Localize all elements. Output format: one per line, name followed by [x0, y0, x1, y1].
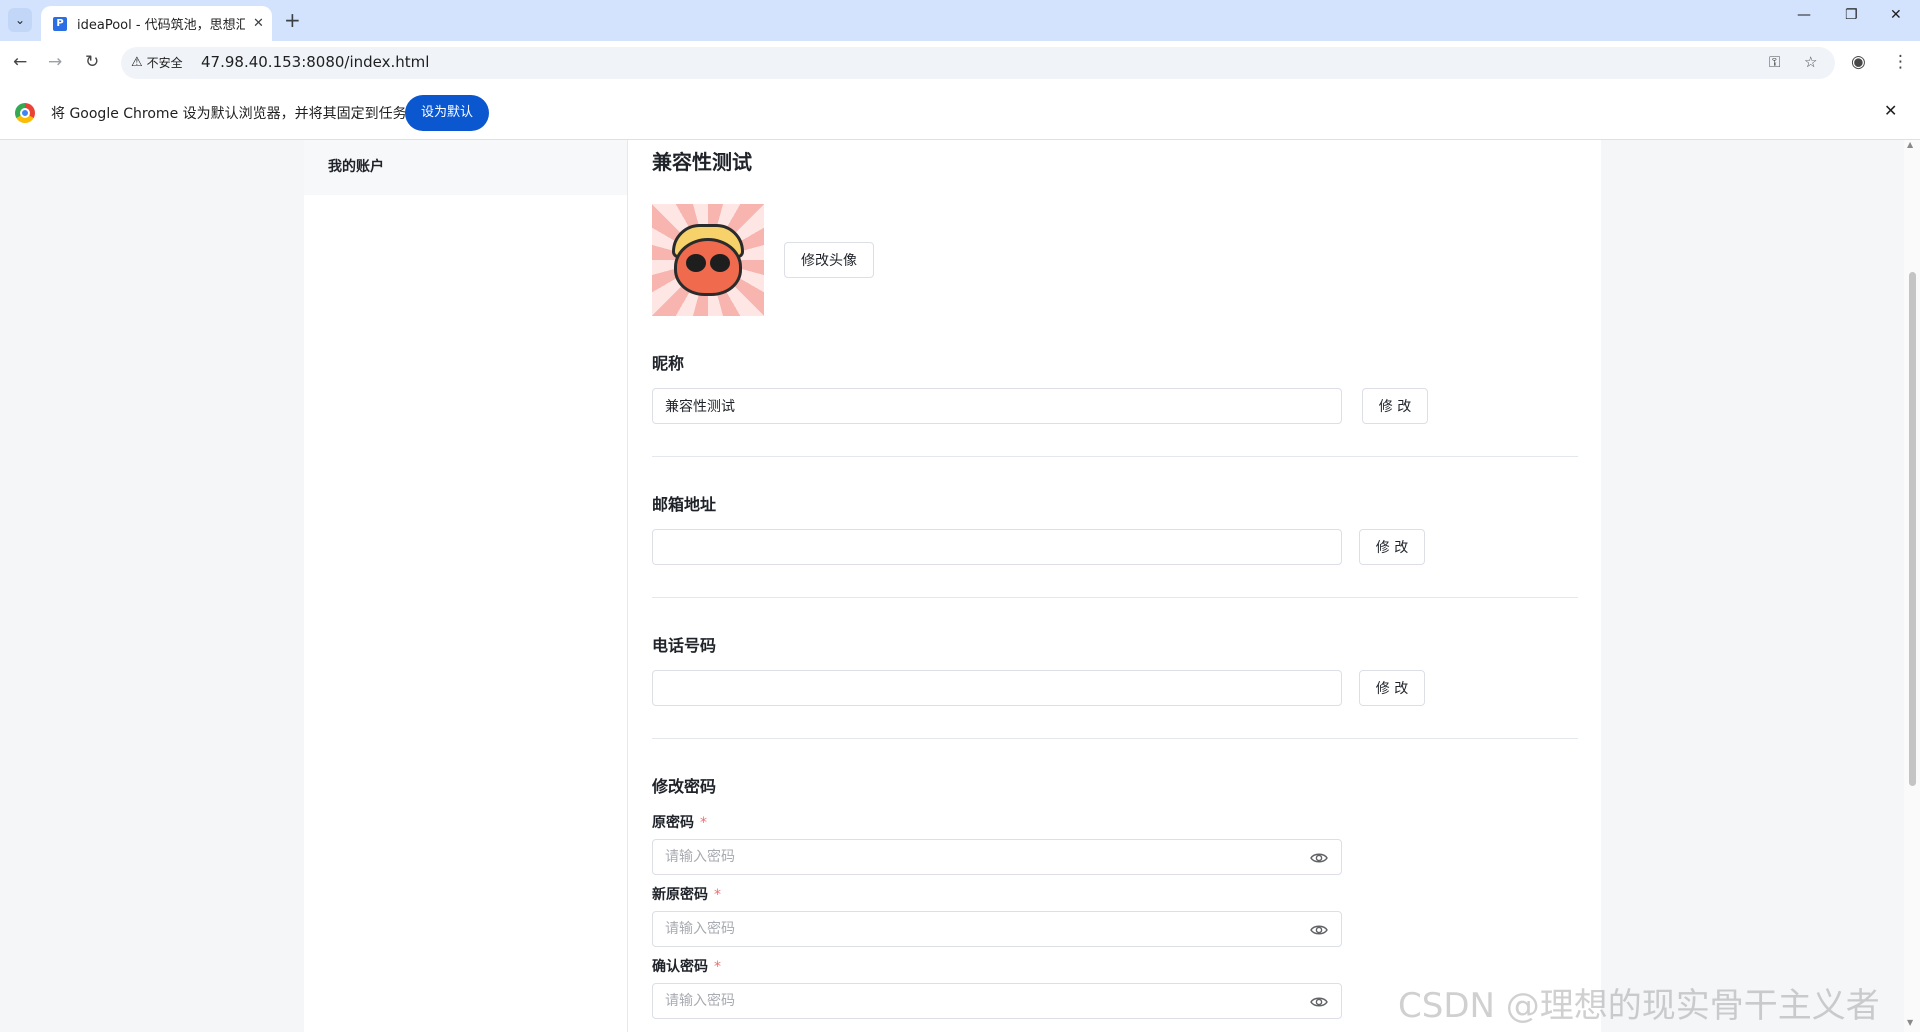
confirm-password-label-text: 确认密码 — [652, 959, 708, 975]
minimize-icon[interactable]: — — [1797, 7, 1811, 23]
password-key-icon[interactable]: ⚿ — [1769, 53, 1780, 71]
account-sidebar: 我的账户 — [304, 140, 628, 1032]
new-password-label: 新原密码 * — [652, 884, 721, 904]
security-label: 不安全 — [146, 56, 183, 70]
confirm-password-field — [652, 983, 1342, 1019]
section-divider — [652, 456, 1578, 457]
tab-close-icon[interactable]: ✕ — [253, 16, 264, 31]
change-nickname-button[interactable]: 修 改 — [1362, 388, 1428, 424]
chrome-logo-icon — [15, 103, 35, 123]
reload-icon[interactable]: ↻ — [85, 52, 99, 72]
old-password-field — [652, 839, 1342, 875]
old-password-label-text: 原密码 — [652, 815, 694, 831]
nickname-label: 昵称 — [652, 354, 685, 373]
security-indicator[interactable]: ⚠ 不安全 — [131, 54, 183, 71]
eye-icon[interactable] — [1309, 848, 1329, 868]
set-default-button[interactable]: 设为默认 — [405, 95, 490, 131]
scroll-down-arrow-icon[interactable]: ▼ — [1907, 1018, 1913, 1027]
confirm-password-label: 确认密码 * — [652, 956, 721, 976]
required-mark: * — [700, 815, 707, 831]
csdn-watermark: CSDN @理想的现实骨干主义者 — [1398, 986, 1880, 1026]
change-password-title: 修改密码 — [652, 777, 717, 796]
section-divider — [652, 597, 1578, 598]
change-phone-button[interactable]: 修 改 — [1359, 670, 1425, 706]
email-input[interactable] — [652, 529, 1342, 565]
new-tab-plus-icon[interactable]: + — [284, 8, 301, 32]
warning-triangle-icon: ⚠ — [131, 55, 143, 70]
url-text[interactable]: 47.98.40.153:8080/index.html — [201, 53, 429, 71]
tab-strip: ⌄ P ideaPool - 代码筑池，思想汇流 ✕ + — ❐ ✕ — [0, 0, 1920, 41]
active-tab[interactable]: P ideaPool - 代码筑池，思想汇流 ✕ — [41, 6, 272, 41]
scroll-up-arrow-icon[interactable]: ▲ — [1907, 140, 1913, 149]
profile-icon[interactable]: ◉ — [1851, 52, 1866, 72]
window-close-icon[interactable]: ✕ — [1890, 7, 1902, 23]
page-title: 兼容性测试 — [652, 150, 752, 174]
default-browser-infobar: 将 Google Chrome 设为默认浏览器，并将其固定到任务栏 设为默认 ✕ — [0, 85, 1920, 140]
old-password-label: 原密码 * — [652, 812, 707, 832]
infobar-close-icon[interactable]: ✕ — [1884, 101, 1897, 120]
new-password-field — [652, 911, 1342, 947]
account-settings-panel: 兼容性测试 修改头像 昵称 修 改 邮箱地址 修 改 电话号码 修 改 修改密码… — [628, 140, 1601, 1032]
bookmark-star-icon[interactable]: ☆ — [1804, 53, 1817, 71]
change-avatar-button[interactable]: 修改头像 — [784, 242, 874, 278]
confirm-password-input[interactable] — [653, 984, 1317, 1018]
new-password-input[interactable] — [653, 912, 1317, 946]
forward-arrow-icon[interactable]: → — [48, 52, 62, 72]
page-scrollbar-thumb[interactable] — [1909, 272, 1916, 786]
change-email-button[interactable]: 修 改 — [1359, 529, 1425, 565]
avatar — [652, 204, 764, 316]
eye-icon[interactable] — [1309, 920, 1329, 940]
new-password-label-text: 新原密码 — [652, 887, 708, 903]
required-mark: * — [714, 887, 721, 903]
phone-label: 电话号码 — [652, 636, 717, 655]
email-label: 邮箱地址 — [652, 495, 717, 514]
sidebar-item-my-account[interactable]: 我的账户 — [304, 140, 627, 195]
address-bar[interactable]: ⚠ 不安全 47.98.40.153:8080/index.html ⚿ ☆ — [121, 47, 1835, 79]
back-arrow-icon[interactable]: ← — [13, 52, 27, 72]
infobar-message: 将 Google Chrome 设为默认浏览器，并将其固定到任务栏 — [51, 106, 421, 122]
nickname-input[interactable] — [652, 388, 1342, 424]
avatar-glasses-left — [686, 254, 706, 272]
avatar-face — [674, 238, 742, 296]
old-password-input[interactable] — [653, 840, 1317, 874]
browser-toolbar: ← → ↻ ⚠ 不安全 47.98.40.153:8080/index.html… — [0, 41, 1920, 85]
eye-icon[interactable] — [1309, 992, 1329, 1012]
phone-input[interactable] — [652, 670, 1342, 706]
required-mark: * — [714, 959, 721, 975]
tab-title: ideaPool - 代码筑池，思想汇流 — [77, 18, 245, 33]
section-divider — [652, 738, 1578, 739]
more-menu-icon[interactable]: ⋮ — [1892, 52, 1909, 72]
restore-icon[interactable]: ❐ — [1845, 7, 1858, 23]
site-favicon-icon: P — [53, 16, 67, 31]
chevron-down-icon: ⌄ — [14, 13, 26, 27]
avatar-glasses-right — [710, 254, 730, 272]
tab-search-button[interactable]: ⌄ — [8, 8, 32, 32]
